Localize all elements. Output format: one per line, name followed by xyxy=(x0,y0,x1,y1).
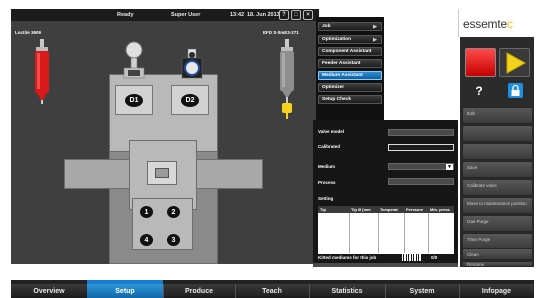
status-time: 13:42 xyxy=(230,12,245,18)
nozzle-3[interactable]: 3 xyxy=(167,234,180,246)
gas-purge-button[interactable]: Gas Purge xyxy=(462,215,533,232)
status-date: 18. Jun 2013 xyxy=(247,12,280,18)
tab-setup[interactable]: Setup xyxy=(87,284,163,298)
clean-button[interactable]: Clean xyxy=(462,248,533,260)
valve-d2-top xyxy=(180,48,204,81)
col-temperature: Temperat xyxy=(380,207,398,212)
brand-logo: essemtec xyxy=(458,9,534,37)
status-bar: Ready Super User 13:42 18. Jun 2013 ? □ … xyxy=(11,9,319,21)
brand-name: essemtec xyxy=(463,17,513,31)
camera-lens[interactable] xyxy=(147,161,177,185)
process-field[interactable] xyxy=(388,178,454,185)
close-window-button[interactable]: × xyxy=(303,10,313,20)
medium-label: Medium xyxy=(318,164,336,169)
tab-infopage[interactable]: Infopage xyxy=(459,284,534,298)
dispenser-d2-badge: D2 xyxy=(181,93,199,107)
menu-item-job[interactable]: Job ▶ xyxy=(318,22,382,31)
tab-teach[interactable]: Teach xyxy=(235,284,309,298)
tab-system[interactable]: System xyxy=(385,284,459,298)
gray-cartridge-icon xyxy=(276,39,298,119)
table-header: Tip Tip Ø [mm Temperat Pressure Min. pre… xyxy=(318,206,454,213)
status-user: Super User xyxy=(171,12,201,18)
status-state: Ready xyxy=(117,12,134,18)
menu-item-setup-check[interactable]: Setup Check xyxy=(318,95,382,104)
dispenser-d1-badge: D1 xyxy=(125,93,143,107)
tab-produce[interactable]: Produce xyxy=(163,284,235,298)
valve-d1-top xyxy=(122,41,146,79)
tab-statistics[interactable]: Statistics xyxy=(309,284,385,298)
tab-overview[interactable]: Overview xyxy=(11,284,87,298)
medium-dropdown[interactable]: ▼ xyxy=(388,163,454,170)
calibrated-field[interactable] xyxy=(388,144,454,151)
calibrate-valve-button[interactable]: Calibrate valve xyxy=(462,179,533,196)
menu-item-optimizer[interactable]: Optimizer xyxy=(318,83,382,92)
blank-button-1[interactable] xyxy=(462,125,533,142)
chevron-down-icon[interactable]: ▼ xyxy=(446,164,453,170)
calibrated-label: Calibrated xyxy=(318,144,341,149)
valve-model-field[interactable] xyxy=(388,129,454,136)
move-maintenance-button[interactable]: Move to maintenance position xyxy=(462,197,533,214)
tip-settings-table[interactable]: Tip Tip Ø [mm Temperat Pressure Min. pre… xyxy=(318,206,454,254)
setting-label: Setting xyxy=(318,196,334,201)
barcode-icon xyxy=(402,254,422,261)
edit-button[interactable]: Edit xyxy=(462,107,533,124)
stop-button[interactable] xyxy=(465,48,496,77)
save-button[interactable]: Save xyxy=(462,161,533,178)
process-label: Process xyxy=(318,180,336,185)
col-min-pressure: Min. press xyxy=(430,207,450,212)
menu-item-optimization[interactable]: Optimization ▶ xyxy=(318,35,382,44)
col-tip: Tip xyxy=(320,207,326,212)
play-icon xyxy=(506,52,526,74)
maximize-window-button[interactable]: □ xyxy=(291,10,301,20)
kitted-mediums-label: Kitted mediums for this job xyxy=(318,255,377,260)
dispenser-head-d1[interactable]: D1 xyxy=(115,85,153,115)
kitted-count: 0/0 xyxy=(431,255,438,260)
lock-icon[interactable] xyxy=(508,83,523,98)
medium-settings-panel: Valve model Calibrated Medium ▼ Process … xyxy=(313,120,458,268)
menu-item-feeder-assistant[interactable]: Feeder Assistant xyxy=(318,59,382,68)
right-control-column: ? Edit Save Calibrate valve Move to main… xyxy=(460,37,534,267)
loctite-label: Loctite 3609 xyxy=(15,30,42,35)
nozzle-2[interactable]: 2 xyxy=(167,206,180,218)
col-pressure: Pressure xyxy=(406,207,424,212)
start-button[interactable] xyxy=(499,48,530,77)
nozzle-1[interactable]: 1 xyxy=(140,206,153,218)
dispenser-head-d2[interactable]: D2 xyxy=(171,85,209,115)
col-tip-diameter: Tip Ø [mm xyxy=(351,207,371,212)
bottom-navigation: Overview Setup Produce Teach Statistics … xyxy=(0,267,538,298)
help-window-button[interactable]: ? xyxy=(279,10,289,20)
tabs-strip: Overview Setup Produce Teach Statistics … xyxy=(11,284,534,298)
valve-model-label: Valve model xyxy=(318,129,345,134)
red-syringe-icon xyxy=(32,39,52,104)
machine-view: Loctite 3609 EFD S-0mE3-271 D1 D2 1 2 4 … xyxy=(11,21,316,264)
nozzle-4[interactable]: 4 xyxy=(140,234,153,246)
efd-label: EFD S-0mE3-271 xyxy=(263,30,299,35)
menu-item-component-assistant[interactable]: Component Assistant xyxy=(318,47,382,56)
help-icon[interactable]: ? xyxy=(472,84,486,98)
menu-item-medium-assistant[interactable]: Medium Assistant xyxy=(318,71,382,80)
blank-button-2[interactable] xyxy=(462,143,533,160)
